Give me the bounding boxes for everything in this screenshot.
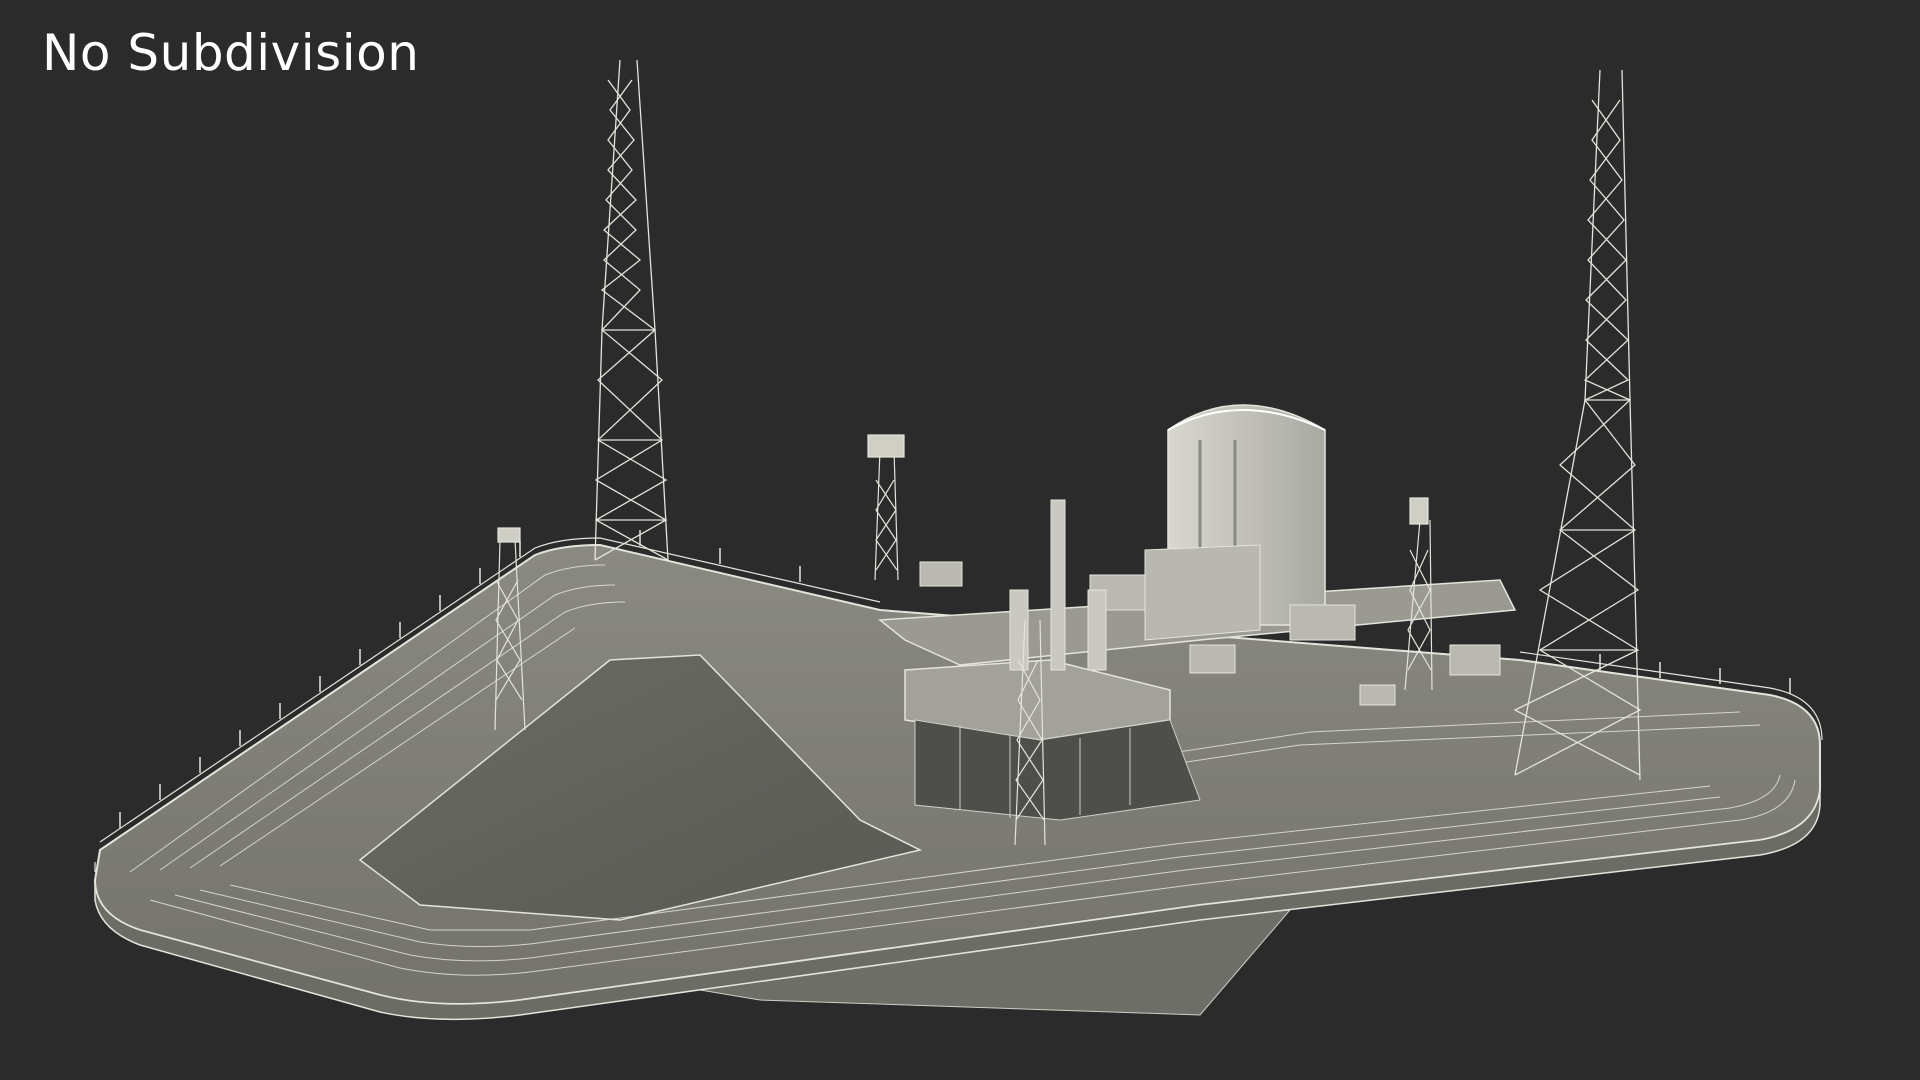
- render-mode-label: No Subdivision: [42, 24, 420, 82]
- lightning-mast-left: [594, 59, 669, 561]
- viewport: No Subdivision: [0, 0, 1920, 1080]
- launch-pad-model: [93, 59, 1823, 1021]
